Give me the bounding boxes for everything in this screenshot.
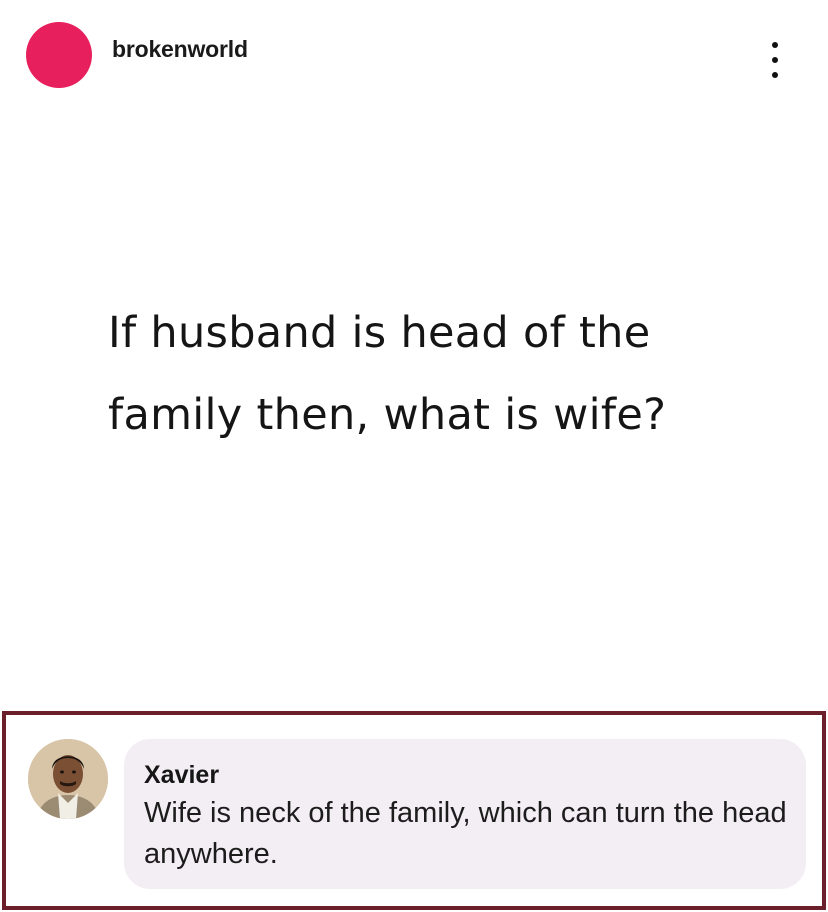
comment-bubble: Xavier Wife is neck of the family, which…	[124, 739, 806, 889]
profile-avatar[interactable]	[26, 22, 92, 88]
post-text: If husband is head of the family then, w…	[108, 308, 667, 440]
comment-text: Wife is neck of the family, which can tu…	[144, 797, 787, 870]
comment-author[interactable]: Xavier	[144, 761, 219, 790]
highlighted-comment: Xavier Wife is neck of the family, which…	[2, 711, 826, 910]
commenter-avatar[interactable]	[28, 739, 108, 819]
more-vertical-icon[interactable]	[762, 40, 788, 80]
post-header: brokenworld	[0, 0, 828, 100]
username[interactable]: brokenworld	[112, 36, 248, 63]
